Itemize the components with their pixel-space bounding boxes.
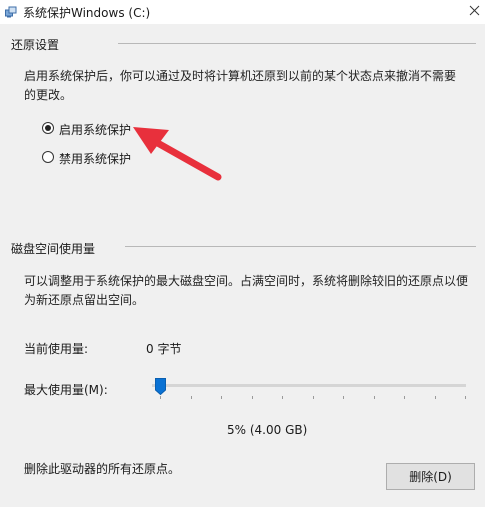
max-usage-value: 5% (4.00 GB) xyxy=(227,423,308,437)
section-divider xyxy=(118,43,476,44)
enable-protection-radio[interactable]: 启用系统保护 xyxy=(42,121,162,137)
radio-circle xyxy=(42,151,54,163)
slider-tick xyxy=(160,396,161,399)
disable-protection-radio[interactable]: 禁用系统保护 xyxy=(42,150,162,166)
slider-tick xyxy=(282,396,283,399)
max-usage-slider-track[interactable] xyxy=(152,384,466,387)
enable-protection-label: 启用系统保护 xyxy=(59,123,132,137)
disk-usage-heading: 磁盘空间使用量 xyxy=(11,242,96,256)
disk-usage-description: 可以调整用于系统保护的最大磁盘空间。占满空间时，系统将删除较旧的还原点以便为新还… xyxy=(24,274,469,307)
slider-tick xyxy=(312,396,314,399)
slider-tick xyxy=(221,396,222,399)
slider-tick xyxy=(404,396,405,399)
radio-selected-dot xyxy=(45,125,51,131)
title-bar: 系统保护Windows (C:) xyxy=(0,0,485,24)
system-protection-icon xyxy=(5,6,17,18)
slider-tick xyxy=(343,396,344,399)
slider-tick xyxy=(465,396,466,399)
slider-tick xyxy=(434,396,436,399)
slider-tick xyxy=(251,396,253,399)
max-usage-label: 最大使用量(M): xyxy=(24,383,108,397)
max-usage-slider-thumb[interactable] xyxy=(155,378,166,395)
slider-tick xyxy=(373,396,375,399)
radio-circle xyxy=(42,122,54,134)
disable-protection-label: 禁用系统保护 xyxy=(59,152,132,166)
restore-settings-heading: 还原设置 xyxy=(11,38,60,52)
restore-settings-description: 启用系统保护后，你可以通过及时将计算机还原到以前的某个状态点来撤消不需要的更改。 xyxy=(24,69,457,102)
delete-button[interactable]: 删除(D) xyxy=(386,463,475,490)
section-divider xyxy=(125,246,476,247)
slider-tick xyxy=(190,396,192,399)
close-icon[interactable] xyxy=(466,3,482,19)
delete-description: 删除此驱动器的所有还原点。 xyxy=(24,462,181,476)
window-title: 系统保护Windows (C:) xyxy=(23,6,151,20)
current-usage-label: 当前使用量: xyxy=(24,342,89,356)
current-usage-value: 0 字节 xyxy=(146,342,182,356)
